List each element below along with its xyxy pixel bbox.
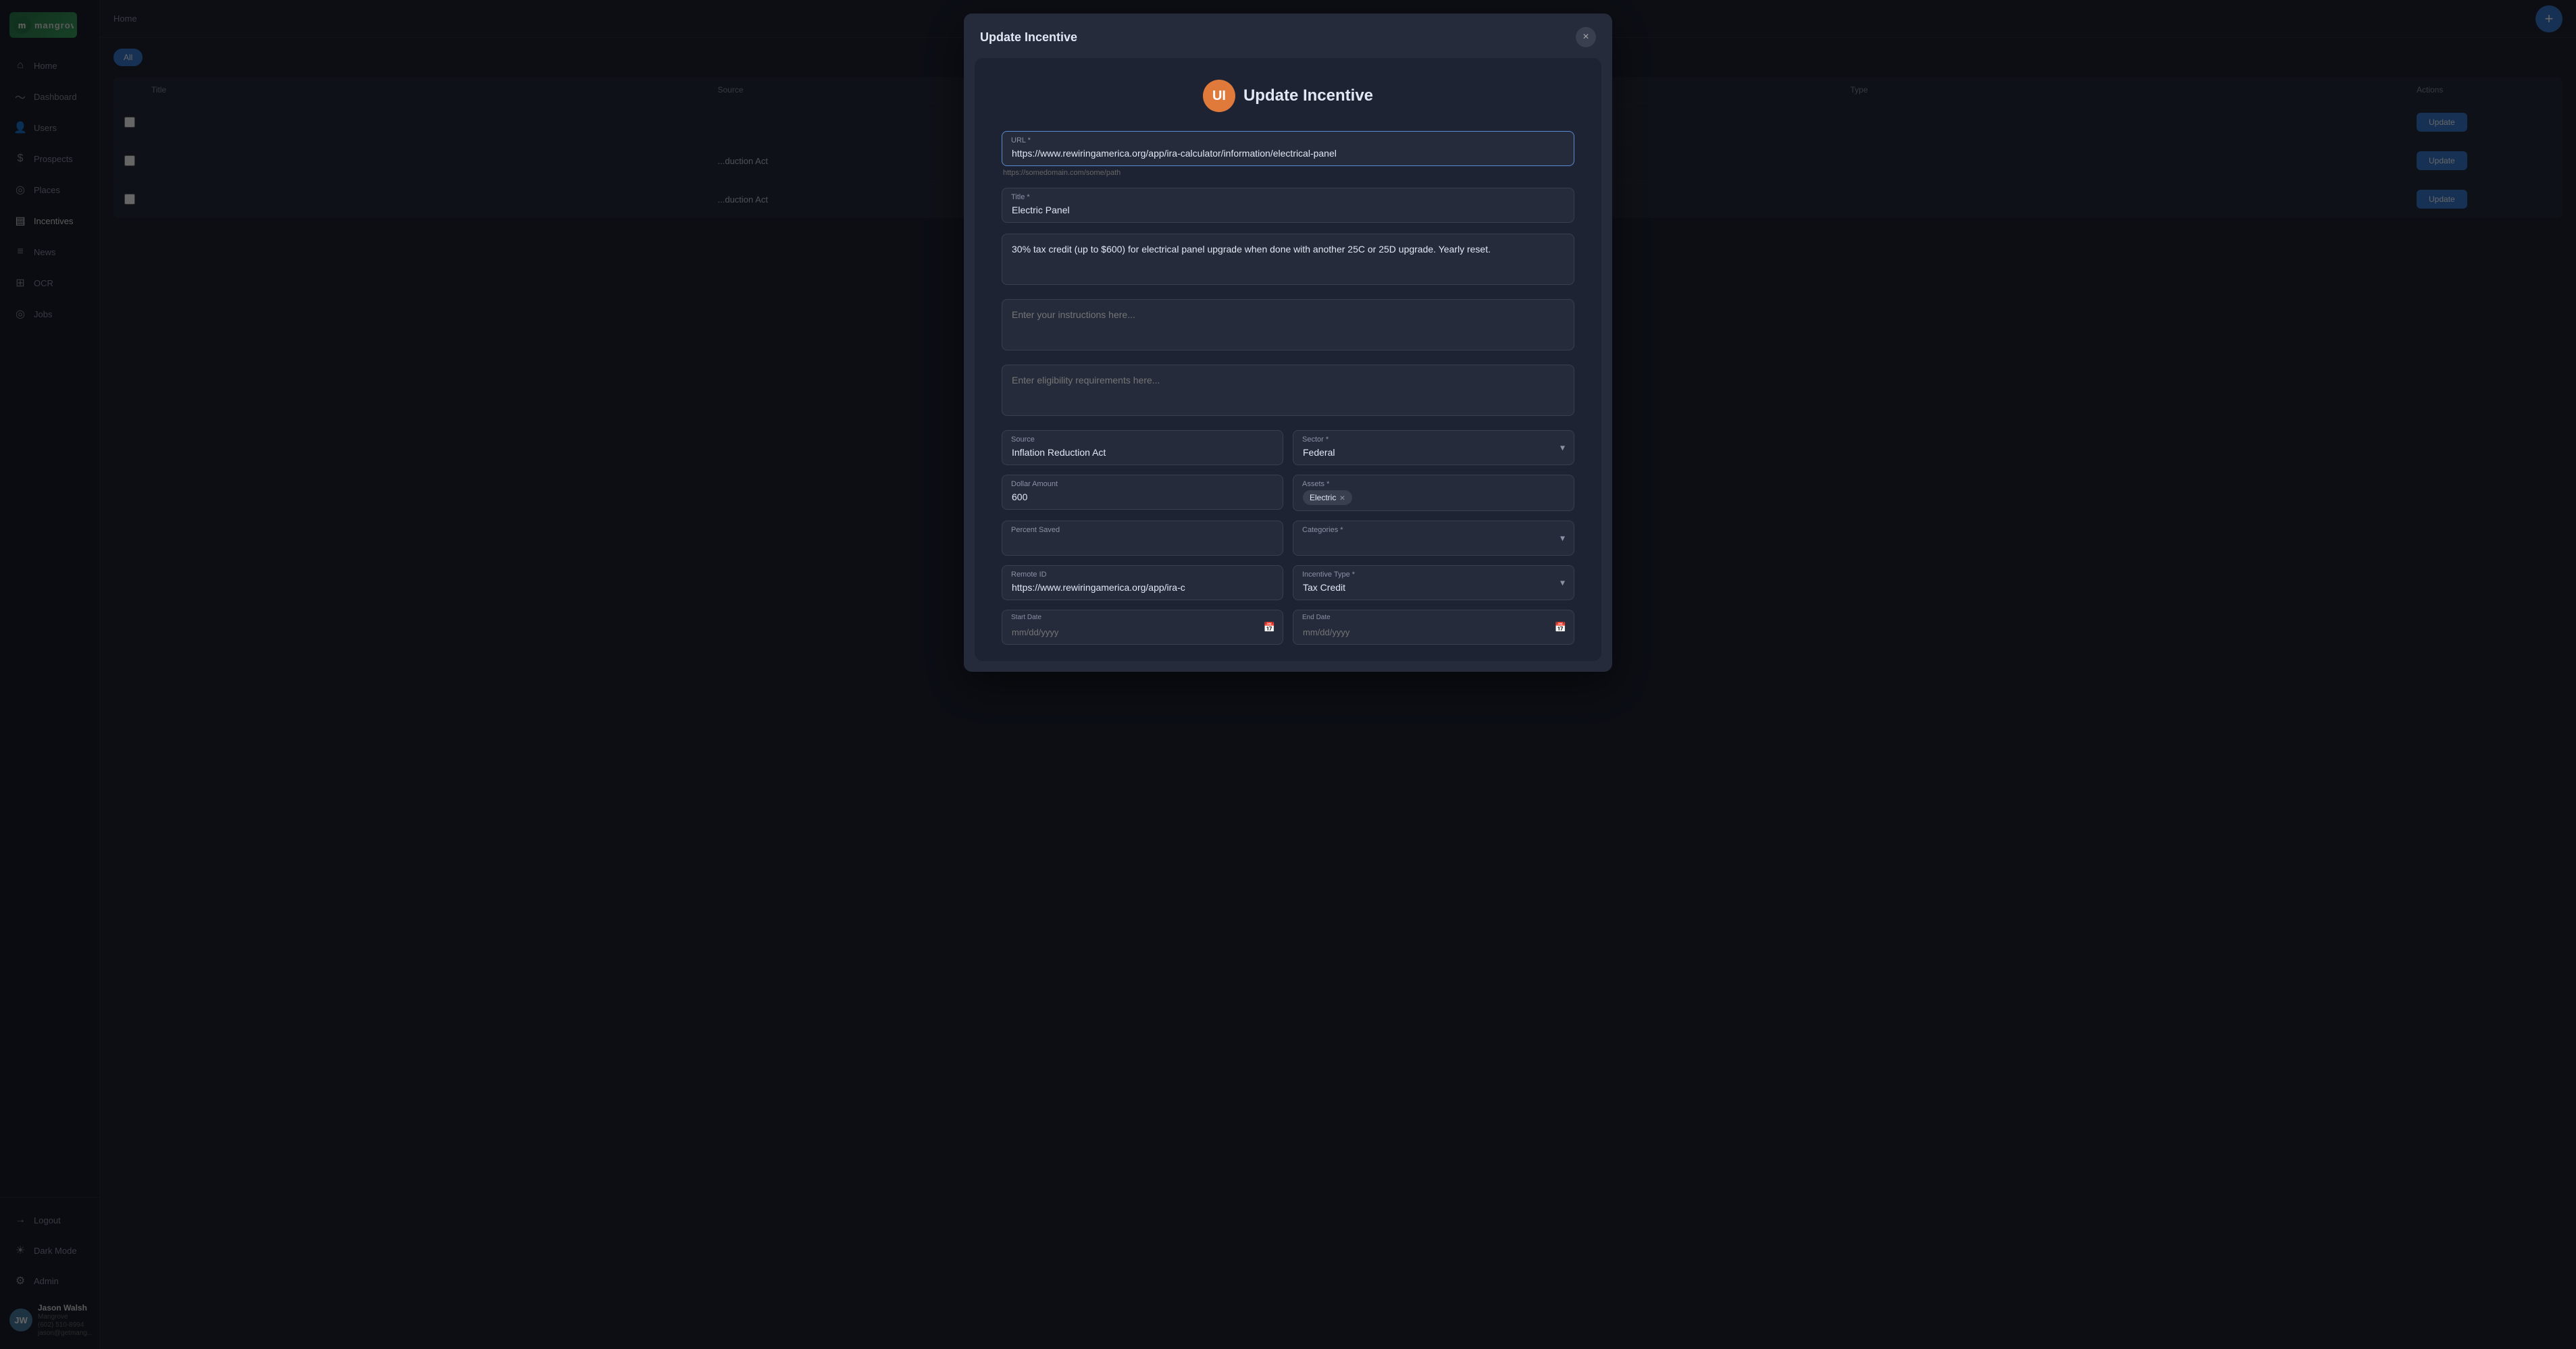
title-field-group: Title *	[1002, 188, 1574, 223]
sector-field-group: Sector * Federal State Local Utility ▾	[1293, 430, 1574, 465]
dollar-amount-input[interactable]	[1002, 475, 1283, 510]
instructions-textarea[interactable]	[1002, 299, 1574, 350]
remote-id-input[interactable]	[1002, 565, 1283, 600]
percent-saved-input[interactable]	[1002, 521, 1283, 556]
percent-categories-row: Percent Saved Categories * ▾	[1002, 521, 1574, 556]
eligibility-textarea[interactable]	[1002, 365, 1574, 416]
categories-field-group: Categories * ▾	[1293, 521, 1574, 556]
remote-id-field-group: Remote ID	[1002, 565, 1283, 600]
asset-tag-label: Electric	[1310, 493, 1336, 502]
incentive-type-field-group: Incentive Type * Tax Credit Rebate Loan …	[1293, 565, 1574, 600]
calendar-icon[interactable]: 📅	[1264, 622, 1275, 633]
start-date-field-group: Start Date 📅	[1002, 610, 1283, 645]
inner-modal: UI Update Incentive URL * https://somedo…	[975, 58, 1601, 661]
assets-container: Electric ×	[1293, 475, 1574, 511]
categories-select[interactable]	[1293, 521, 1574, 556]
instructions-field-group	[1002, 299, 1574, 354]
sector-select[interactable]: Federal State Local Utility	[1293, 430, 1574, 465]
outer-dialog-title: Update Incentive	[980, 30, 1077, 45]
dollar-amount-field-group: Dollar Amount	[1002, 475, 1283, 511]
source-input[interactable]	[1002, 430, 1283, 465]
incentive-type-select[interactable]: Tax Credit Rebate Loan Grant	[1293, 565, 1574, 600]
url-field-group: URL * https://somedomain.com/some/path	[1002, 131, 1574, 177]
end-date-field-group: End Date 📅	[1293, 610, 1574, 645]
description-field-group	[1002, 234, 1574, 288]
percent-saved-field-group: Percent Saved	[1002, 521, 1283, 556]
outer-dialog: Update Incentive × UI Update Incentive U…	[964, 14, 1612, 672]
url-input[interactable]	[1002, 131, 1574, 166]
calendar-icon[interactable]: 📅	[1555, 622, 1566, 633]
modal-title: Update Incentive	[1243, 86, 1373, 105]
asset-tag-electric: Electric ×	[1303, 490, 1352, 505]
modal-icon: UI	[1203, 80, 1235, 112]
inner-modal-header: UI Update Incentive	[1002, 80, 1574, 112]
eligibility-field-group	[1002, 365, 1574, 419]
date-row: Start Date 📅 End Date 📅	[1002, 610, 1574, 645]
start-date-input[interactable]	[1002, 610, 1283, 645]
source-field-group: Source	[1002, 430, 1283, 465]
title-input[interactable]	[1002, 188, 1574, 223]
source-sector-row: Source Sector * Federal State Local Util…	[1002, 430, 1574, 465]
end-date-input[interactable]	[1293, 610, 1574, 645]
asset-tag-remove-button[interactable]: ×	[1339, 493, 1345, 502]
remoteid-incentivetype-row: Remote ID Incentive Type * Tax Credit Re…	[1002, 565, 1574, 600]
assets-field-group: Assets * Electric ×	[1293, 475, 1574, 511]
description-textarea[interactable]	[1002, 234, 1574, 285]
modal-overlay: Update Incentive × UI Update Incentive U…	[0, 0, 2576, 1349]
amount-assets-row: Dollar Amount Assets * Electric ×	[1002, 475, 1574, 511]
url-hint: https://somedomain.com/some/path	[1002, 169, 1574, 177]
outer-dialog-header: Update Incentive ×	[964, 14, 1612, 58]
close-dialog-button[interactable]: ×	[1576, 27, 1596, 47]
